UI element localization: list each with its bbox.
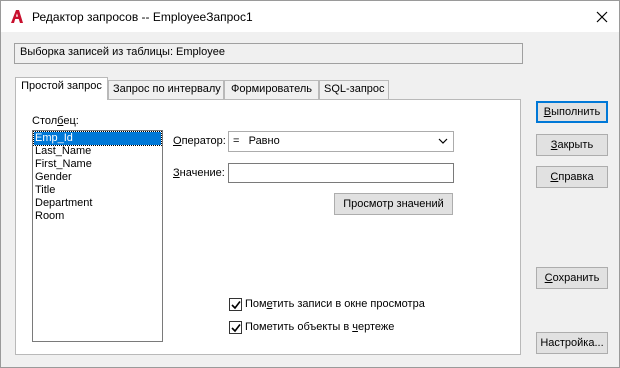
save-button[interactable]: Сохранить	[536, 267, 608, 289]
tab-query-builder[interactable]: Формирователь	[224, 80, 319, 100]
chevron-down-icon	[437, 135, 449, 147]
browse-values-label: Просмотр значений	[343, 198, 444, 210]
list-item[interactable]: Title	[34, 184, 161, 197]
help-label: Справка	[550, 171, 594, 183]
tab-sql-query[interactable]: SQL-запрос	[319, 80, 389, 100]
table-info-text: Выборка записей из таблицы: Employee	[20, 46, 225, 58]
list-item[interactable]: Department	[34, 197, 161, 210]
execute-button[interactable]: Выполнить	[536, 101, 608, 123]
close-button[interactable]: Закрыть	[536, 134, 608, 156]
list-item[interactable]: First_Name	[34, 158, 161, 171]
save-label: Сохранить	[544, 272, 600, 284]
browse-values-button[interactable]: Просмотр значений	[334, 193, 453, 215]
column-listbox[interactable]: Emp_Id Last_Name First_Name Gender Title…	[32, 130, 163, 342]
list-item[interactable]: Room	[34, 210, 161, 223]
tab-label: Формирователь	[231, 83, 312, 95]
operator-select[interactable]: = Равно	[228, 131, 454, 152]
settings-button[interactable]: Настройка...	[536, 332, 608, 354]
highlight-records-checkbox[interactable]	[229, 298, 242, 311]
autocad-app-icon	[10, 9, 24, 24]
list-item[interactable]: Last_Name	[34, 145, 161, 158]
close-window-button[interactable]	[585, 1, 619, 32]
checkmark-icon	[231, 301, 241, 310]
column-label: Столбец:	[32, 115, 79, 127]
tab-label: SQL-запрос	[324, 83, 385, 95]
tab-label: Простой запрос	[21, 80, 102, 92]
operator-label: Оператор:	[173, 135, 226, 147]
tab-label: Запрос по интервалу	[113, 83, 221, 95]
close-icon	[596, 11, 608, 22]
execute-label: Выполнить	[543, 106, 601, 118]
highlight-records-label[interactable]: Пометить записи в окне просмотра	[245, 298, 425, 310]
value-input[interactable]	[228, 163, 454, 183]
tab-range-query[interactable]: Запрос по интервалу	[108, 80, 224, 100]
value-label: Значение:	[173, 167, 225, 179]
help-button[interactable]: Справка	[536, 166, 608, 188]
window-title: Редактор запросов -- EmployeeЗапрос1	[32, 10, 253, 24]
settings-label: Настройка...	[540, 337, 604, 349]
tab-simple-query[interactable]: Простой запрос	[15, 77, 108, 100]
list-item[interactable]: Emp_Id	[33, 131, 162, 146]
checkmark-icon	[231, 324, 241, 333]
title-bar: Редактор запросов -- EmployeeЗапрос1	[1, 1, 619, 32]
close-label: Закрыть	[550, 139, 594, 151]
list-item[interactable]: Gender	[34, 171, 161, 184]
table-info-bar: Выборка записей из таблицы: Employee	[14, 43, 523, 64]
mark-objects-checkbox[interactable]	[229, 321, 242, 334]
mark-objects-label[interactable]: Пометить объекты в чертеже	[245, 321, 394, 333]
query-editor-dialog: Редактор запросов -- EmployeeЗапрос1 Выб…	[0, 0, 620, 368]
operator-value: = Равно	[233, 135, 280, 147]
